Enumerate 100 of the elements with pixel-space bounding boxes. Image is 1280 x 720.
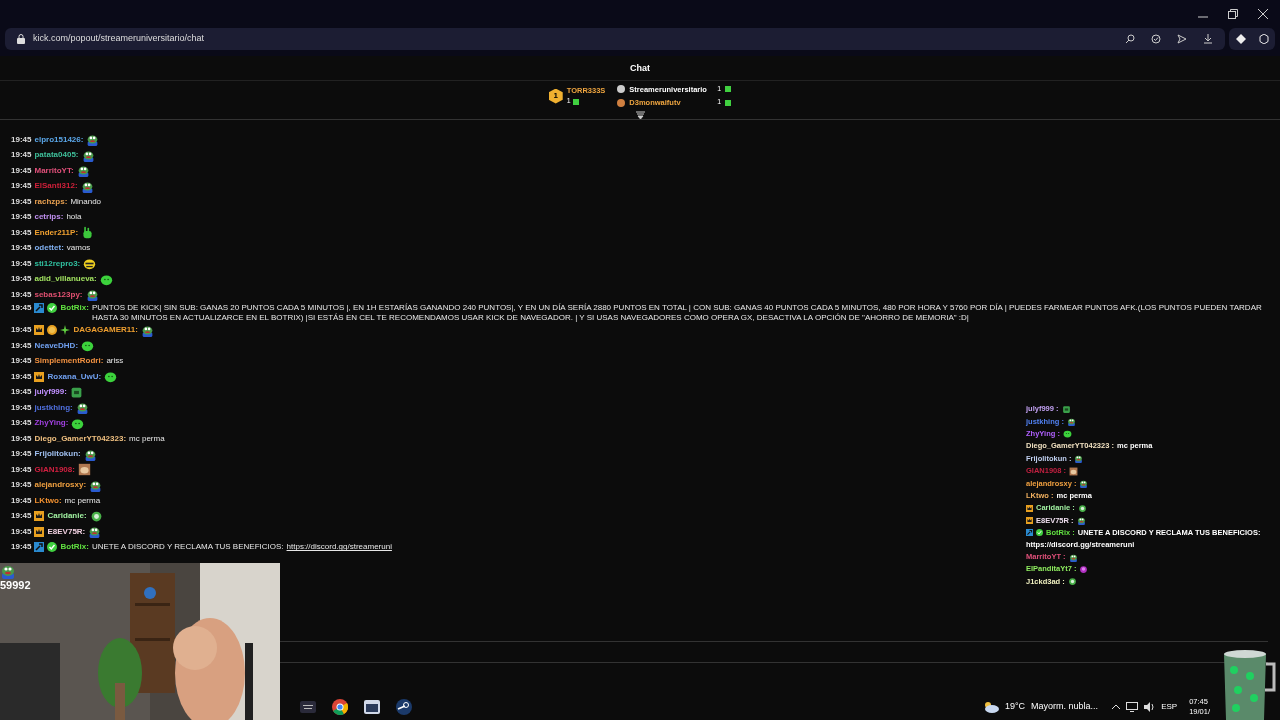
counter: 59992 (0, 579, 31, 591)
timestamp: 19:45 (11, 243, 32, 254)
frog-emote-icon (1066, 417, 1076, 427)
username[interactable]: adid_villanueva: (34, 274, 97, 285)
timestamp: 19:45 (11, 449, 32, 460)
username[interactable]: BotRix: (60, 302, 89, 313)
username[interactable]: ElSanti312: (34, 181, 78, 192)
frog-emote-icon (86, 133, 100, 147)
timestamp: 19:45 (11, 302, 32, 313)
address-bar[interactable]: kick.com/popout/streameruniversitario/chat (5, 28, 1225, 50)
verified-badge-icon (47, 302, 58, 313)
timestamp: 19:45 (11, 289, 32, 300)
username[interactable]: cetrips: (34, 212, 64, 223)
username[interactable]: alejandrosxy: (34, 480, 87, 491)
username[interactable]: NeaveDHD: (34, 340, 79, 351)
cube-icon[interactable] (1258, 34, 1269, 44)
ball-emote-icon (1077, 503, 1087, 513)
restore-icon[interactable] (1228, 9, 1238, 19)
language-indicator[interactable]: ESP (1161, 700, 1178, 713)
speaker-icon[interactable] (1144, 701, 1156, 712)
username[interactable]: sebas123py: (34, 289, 83, 300)
chrome-icon[interactable] (332, 698, 348, 715)
message-text: Minando (70, 196, 102, 207)
username[interactable]: MarritoYT: (34, 165, 74, 176)
frog-emote-icon (1068, 552, 1078, 562)
message-text: hola (66, 212, 82, 223)
username[interactable]: LKtwo: (34, 495, 62, 506)
ball-emote-icon (1067, 577, 1077, 587)
zoom-icon[interactable] (1125, 34, 1135, 44)
temperature: 19°C (1005, 699, 1026, 713)
username[interactable]: BotRix: (60, 542, 89, 553)
username[interactable]: ZhyYing: (34, 418, 69, 429)
crown-badge-icon (1026, 504, 1033, 512)
timestamp: 19:45 (11, 181, 32, 192)
chevron-up-icon[interactable] (1112, 703, 1121, 710)
close-icon[interactable] (1258, 9, 1268, 19)
username[interactable]: Caridanie: (47, 511, 87, 522)
chat-title: Chat (630, 61, 650, 75)
send-icon[interactable] (1177, 34, 1187, 44)
frog-emote-icon (80, 179, 94, 193)
username[interactable]: Roxana_UwU: (47, 371, 102, 382)
timestamp: 19:45 (11, 495, 32, 506)
username[interactable]: patata0405: (34, 150, 79, 161)
username[interactable]: Frijolitokun: (34, 449, 81, 460)
frog-emote-icon (0, 563, 16, 579)
chat-input-field[interactable] (280, 641, 1268, 663)
username[interactable]: sti12repro3: (34, 258, 81, 269)
timestamp: 19:45 (11, 134, 32, 145)
crown-badge-icon (34, 325, 45, 336)
timestamp: 19:45 (11, 212, 32, 223)
timestamp: 19:45 (11, 356, 32, 367)
frog-emote-icon (1076, 516, 1086, 526)
frog-emote-icon (88, 525, 102, 539)
username[interactable]: rachzps: (34, 196, 68, 207)
timestamp: 19:45 (11, 433, 32, 444)
rank-badge: 1 (548, 88, 563, 104)
username[interactable]: Ender211P: (34, 227, 79, 238)
timestamp: 19:45 (11, 325, 32, 336)
timestamp: 19:45 (11, 196, 32, 207)
window-icon[interactable] (364, 699, 380, 714)
url-text: kick.com/popout/streameruniversitario/chat (33, 32, 205, 46)
shield-icon[interactable] (1151, 34, 1161, 44)
orb-emote-icon (1079, 565, 1089, 574)
coin-badge-icon (47, 325, 58, 336)
timestamp: 19:45 (11, 418, 32, 429)
blob-emote-icon (71, 416, 85, 430)
scroll-down-icon[interactable] (635, 111, 645, 119)
square-emote-icon (69, 385, 83, 399)
message-text: mc perma (64, 495, 101, 506)
sparkle-badge-icon (60, 325, 71, 336)
steam-icon[interactable] (396, 698, 412, 715)
crown-badge-icon (34, 511, 45, 522)
frog-emote-icon (89, 478, 103, 492)
frog-emote-icon (81, 148, 95, 162)
cup-drawing (1222, 650, 1276, 720)
app-icon[interactable] (300, 700, 316, 713)
diamond-icon[interactable] (1235, 34, 1246, 44)
username[interactable]: justkhing: (34, 402, 73, 413)
timestamp: 19:45 (11, 542, 32, 553)
username[interactable]: julyf999: (34, 387, 67, 398)
discord-link[interactable]: https://discord.gg/streameruni (286, 542, 392, 553)
username[interactable]: GIAN1908: (34, 464, 75, 475)
username[interactable]: elpro151426: (34, 134, 84, 145)
download-icon[interactable] (1203, 34, 1213, 44)
weather-text: Mayorm. nubla... (1031, 699, 1099, 713)
username[interactable]: Diego_GamerYT042323: (34, 433, 127, 444)
username[interactable]: E8EV75R: (47, 526, 86, 537)
timestamp: 19:45 (11, 526, 32, 537)
username[interactable]: SimplementRodri: (34, 356, 104, 367)
message-text: ariss (106, 356, 124, 367)
username[interactable]: odettet: (34, 243, 64, 254)
blob-emote-icon (99, 272, 113, 286)
ball-emote-icon (89, 509, 103, 523)
timestamp: 19:45 (11, 165, 32, 176)
blob-emote-icon (81, 339, 95, 353)
gift-icon (572, 98, 579, 105)
cloud-icon (983, 700, 999, 713)
message-text: vamos (66, 243, 91, 254)
crown-badge-icon (1026, 517, 1033, 525)
username[interactable]: DAGAGAMER11: (73, 325, 138, 336)
